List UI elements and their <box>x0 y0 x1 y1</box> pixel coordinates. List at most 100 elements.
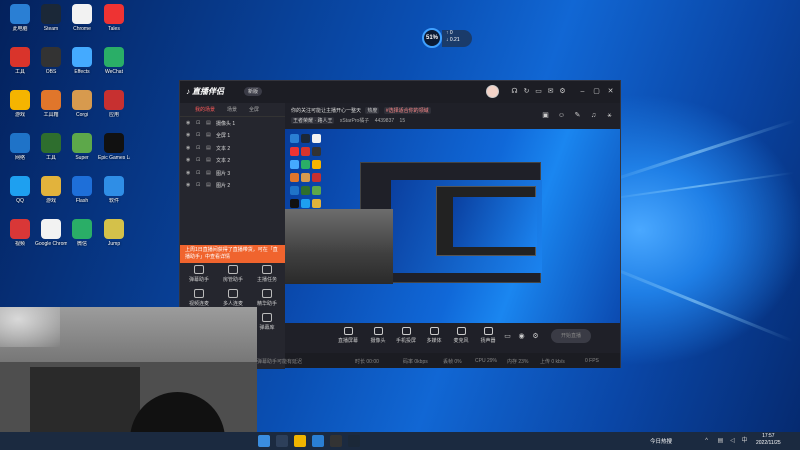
eye-icon[interactable]: ◉ <box>186 170 191 176</box>
minimize-icon[interactable]: – <box>578 87 587 96</box>
app-icon <box>41 90 61 110</box>
lock-icon[interactable]: ⊡ <box>196 133 201 138</box>
lock-icon[interactable]: ⊡ <box>196 145 201 151</box>
lock-icon[interactable]: ⊡ <box>196 158 201 163</box>
bottom-tool-button[interactable]: 手机投屏 <box>393 327 419 344</box>
source-row[interactable]: ◉ ⊡ ▤ 文本 2 <box>180 142 285 155</box>
steam-icon[interactable] <box>348 435 360 447</box>
desktop-icon[interactable]: Chrome <box>66 4 98 32</box>
category-tag[interactable]: 王者荣耀 · 路人王 <box>291 117 335 124</box>
version-badge[interactable]: 新版 <box>244 87 263 96</box>
desktop-icon[interactable]: Super <box>66 133 98 161</box>
bottom-tool-label: 扬声器 <box>480 338 496 344</box>
lock-icon[interactable]: ⊡ <box>196 170 201 176</box>
stream-preview[interactable] <box>285 129 620 323</box>
desktop-icon[interactable]: 工具 <box>4 47 36 75</box>
source-row[interactable]: ◉ ⊡ ▤ 全屏 1 <box>180 130 285 143</box>
tool-button[interactable]: 房管助手 <box>218 265 248 283</box>
eye-icon[interactable]: ◉ <box>186 158 191 163</box>
desktop-icon[interactable]: Tales <box>98 4 130 32</box>
tab-my-scenes[interactable]: 我的场景 <box>195 106 215 113</box>
bottom-tool-button[interactable]: 摄像头 <box>365 327 391 344</box>
avatar[interactable] <box>486 85 499 98</box>
desktop-icon[interactable]: Google Chrome <box>35 219 67 247</box>
desktop-icon[interactable]: 网络 <box>4 133 36 161</box>
desktop-icon[interactable]: 应用 <box>98 90 130 118</box>
camera-icon[interactable]: ▭ <box>503 332 512 341</box>
desktop-icon[interactable]: WeChat <box>98 47 130 75</box>
refresh-icon[interactable]: ↻ <box>522 87 531 96</box>
task-view-icon[interactable] <box>294 435 306 447</box>
bottom-tool-button[interactable]: 扬声器 <box>475 327 501 344</box>
eye-icon[interactable]: ◉ <box>186 145 191 151</box>
heat-tag[interactable]: 热度 <box>365 107 380 114</box>
desktop-icon[interactable]: Steam <box>35 4 67 32</box>
desktop-icon[interactable]: 软件 <box>98 176 130 204</box>
source-row[interactable]: ◉ ⊡ ▤ 图片 2 <box>180 180 285 193</box>
lock-icon[interactable]: ⊡ <box>196 120 201 126</box>
ime-icon[interactable]: 中 <box>740 437 749 446</box>
bottom-tool-button[interactable]: 直播屏幕 <box>335 327 361 344</box>
tab-scenes[interactable]: 场景 <box>227 106 237 113</box>
source-row[interactable]: ◉ ⊡ ▤ 文本 2 <box>180 155 285 168</box>
chevron-up-icon[interactable]: ^ <box>702 437 711 446</box>
lock-icon[interactable]: ⊡ <box>196 183 201 188</box>
desktop-icon[interactable]: Flash <box>66 176 98 204</box>
start-icon[interactable] <box>258 435 270 447</box>
desktop-icon[interactable]: 游戏 <box>4 90 36 118</box>
wallpaper-light-beam <box>597 260 793 343</box>
mail-icon[interactable]: ✉ <box>546 87 555 96</box>
share-icon[interactable]: ⚹ <box>605 111 614 120</box>
source-row[interactable]: ◉ ⊡ ▤ 图片 3 <box>180 167 285 180</box>
bottom-tool-button[interactable]: 麦克风 <box>448 327 474 344</box>
desktop-icon[interactable]: OBS <box>35 47 67 75</box>
screen-icon[interactable]: ▭ <box>534 87 543 96</box>
performance-widget[interactable]: 51% ↑ 0 ↓ 0.21 <box>422 26 474 50</box>
headset-icon[interactable]: ☊ <box>510 87 519 96</box>
source-row[interactable]: ◉ ⊡ ▤ 摄像头 1 <box>180 117 285 130</box>
eye-icon[interactable]: ◉ <box>517 332 526 341</box>
desktop-icon[interactable]: QQ <box>4 176 36 204</box>
edit-icon[interactable]: ✎ <box>573 111 582 120</box>
tool-button[interactable]: 弹幕助手 <box>184 265 214 283</box>
scene-tabs: 我的场景 场景 全屏 <box>180 103 285 117</box>
bell-icon[interactable]: ♫ <box>589 111 598 120</box>
tool-icon <box>262 289 272 298</box>
clock[interactable]: 17:57 2022/11/25 <box>756 433 781 447</box>
tool-button[interactable]: 视频连麦 <box>184 289 214 307</box>
desktop-icon[interactable]: Corgi <box>66 90 98 118</box>
volume-icon[interactable]: ◁ <box>728 437 737 446</box>
gift-icon[interactable]: ▣ <box>541 111 550 120</box>
eye-icon[interactable]: ◉ <box>186 120 191 126</box>
news-widget[interactable]: 今日热搜 <box>650 437 672 445</box>
explorer-icon[interactable] <box>312 435 324 447</box>
go-live-button[interactable]: 开始直播 <box>551 329 591 343</box>
desktop-icon[interactable]: 视频 <box>4 219 36 247</box>
tool-button[interactable]: 多人连麦 <box>218 289 248 307</box>
desktop-icon[interactable]: 工具 <box>35 133 67 161</box>
notice-banner[interactable]: 上周1日直播间获得了直播带货，可在「直播助手」中查看详情 <box>180 245 285 263</box>
settings-icon[interactable]: ⚙ <box>558 87 567 96</box>
tool-button[interactable]: 精华助手 <box>252 289 282 307</box>
webcam-preview[interactable] <box>285 209 393 284</box>
tool-button[interactable]: 主播任务 <box>252 265 282 283</box>
app-icon[interactable] <box>330 435 342 447</box>
eye-icon[interactable]: ◉ <box>186 183 191 188</box>
tab-fullscreen[interactable]: 全屏 <box>249 106 259 113</box>
desktop-icon[interactable]: Effects <box>66 47 98 75</box>
desktop-icon[interactable]: 游戏 <box>35 176 67 204</box>
desktop-icon[interactable]: Jump <box>98 219 130 247</box>
maximize-icon[interactable]: ▢ <box>592 87 601 96</box>
topic-pill[interactable]: #选择适合你的领域 <box>383 107 431 114</box>
network-icon[interactable]: ▤ <box>716 437 725 446</box>
bottom-tool-button[interactable]: 多媒体 <box>421 327 447 344</box>
eye-icon[interactable]: ◉ <box>186 133 191 138</box>
desktop-icon[interactable]: 工具箱 <box>35 90 67 118</box>
desktop-icon[interactable]: 微信 <box>66 219 98 247</box>
desktop-icon[interactable]: Epic Games Launcher <box>98 133 130 161</box>
settings-icon[interactable]: ⚙ <box>531 332 540 341</box>
close-icon[interactable]: ✕ <box>606 87 615 96</box>
people-icon[interactable]: ☺ <box>557 111 566 120</box>
desktop-icon[interactable]: 此电脑 <box>4 4 36 32</box>
search-icon[interactable] <box>276 435 288 447</box>
